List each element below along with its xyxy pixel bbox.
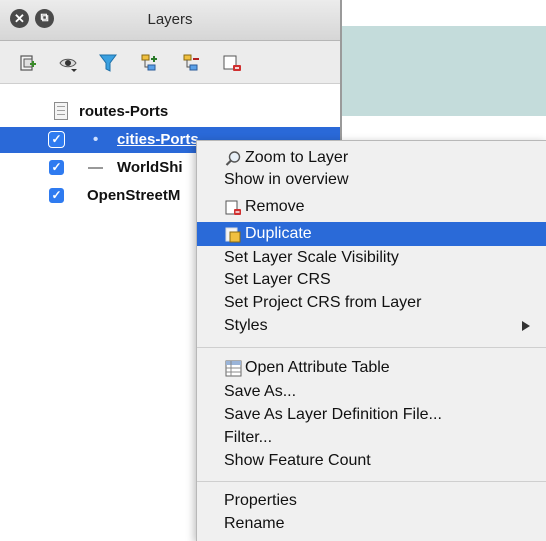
menu-item-styles[interactable]: Styles [197,315,546,337]
add-group-icon[interactable] [18,53,38,73]
duplicate-icon [225,226,242,243]
menu-item-filter[interactable]: Filter... [197,427,546,449]
menu-separator [197,481,546,482]
remove-icon [225,199,242,216]
layer-visibility-checkbox[interactable]: ✓ [48,159,65,176]
layer-label: OpenStreetM [87,187,181,204]
layer-label: cities-Ports [117,131,199,148]
menu-item-rename[interactable]: Rename [197,513,546,535]
menu-item-set-layer-crs[interactable]: Set Layer CRS [197,269,546,291]
zoom-icon [225,150,242,167]
line-symbol-icon: — [88,159,103,176]
menu-item-remove[interactable]: Remove [197,196,546,218]
menu-item-zoom-to-layer[interactable]: Zoom to Layer [197,147,546,169]
layer-visibility-checkbox[interactable]: ✓ [48,131,65,148]
menu-item-open-attribute-table[interactable]: Open Attribute Table [197,357,546,379]
submenu-arrow-icon [522,321,530,331]
layer-visibility-checkbox[interactable]: ✓ [48,187,65,204]
panel-titlebar: ✕ ⧉ Layers [0,0,340,41]
layer-label: WorldShi [117,159,183,176]
filter-icon[interactable] [98,53,118,73]
layer-context-menu: Zoom to Layer Show in overview Remove Du… [196,140,546,541]
visibility-eye-icon[interactable] [58,53,78,73]
expand-all-icon[interactable] [140,53,160,73]
panel-title: Layers [147,11,193,28]
menu-item-save-as[interactable]: Save As... [197,381,546,403]
menu-separator [197,347,546,348]
layer-group-row[interactable]: routes-Ports [0,99,340,125]
menu-item-set-layer-scale-visibility[interactable]: Set Layer Scale Visibility [197,247,546,269]
menu-item-show-feature-count[interactable]: Show Feature Count [197,450,546,472]
point-symbol-icon: • [93,131,99,148]
menu-item-duplicate[interactable]: Duplicate [197,222,546,246]
layer-group-label: routes-Ports [79,103,169,120]
map-layer-tile [342,26,546,116]
menu-item-properties[interactable]: Properties [197,490,546,512]
menu-item-show-in-overview[interactable]: Show in overview [197,169,546,191]
table-icon [225,360,242,377]
layer-group-icon [54,102,68,120]
layers-toolbar [0,41,340,84]
remove-layer-icon[interactable] [222,53,242,73]
menu-item-set-project-crs[interactable]: Set Project CRS from Layer [197,292,546,314]
collapse-all-icon[interactable] [182,53,202,73]
menu-item-save-as-layer-definition[interactable]: Save As Layer Definition File... [197,404,546,426]
